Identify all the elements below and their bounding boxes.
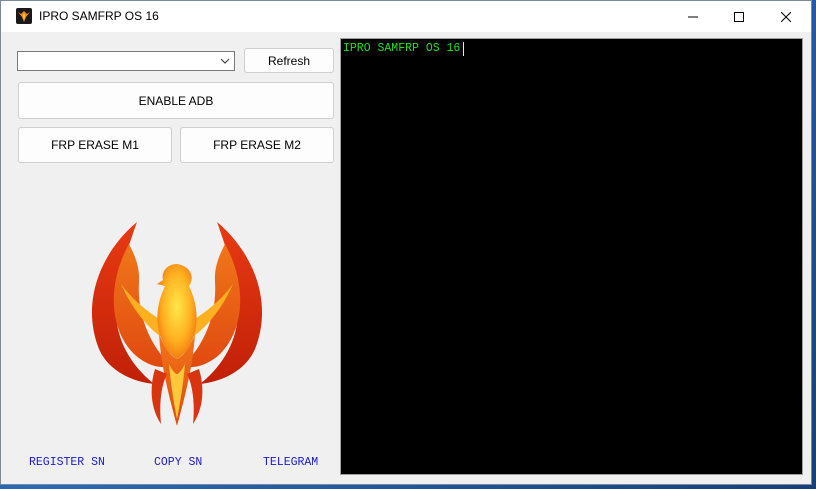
window-title: IPRO SAMFRP OS 16 xyxy=(39,9,159,23)
app-window: IPRO SAMFRP OS 16 Refresh ENABLE ADB FRP… xyxy=(0,0,812,485)
close-icon xyxy=(781,11,791,22)
text-caret xyxy=(463,42,464,56)
phoenix-logo xyxy=(91,222,263,426)
copy-sn-link[interactable]: COPY SN xyxy=(154,456,202,469)
frp-erase-m2-button[interactable]: FRP ERASE M2 xyxy=(180,127,334,163)
maximize-icon xyxy=(734,11,744,22)
enable-adb-button[interactable]: ENABLE ADB xyxy=(18,82,334,119)
phoenix-icon xyxy=(16,8,32,24)
close-button[interactable] xyxy=(763,1,809,32)
console-output: IPRO SAMFRP OS 16 xyxy=(343,42,461,55)
chevron-down-icon xyxy=(220,58,230,64)
minimize-button[interactable] xyxy=(670,1,716,32)
device-select[interactable] xyxy=(17,51,235,71)
title-bar[interactable]: IPRO SAMFRP OS 16 xyxy=(1,1,811,32)
register-sn-link[interactable]: REGISTER SN xyxy=(29,456,105,469)
minimize-icon xyxy=(688,16,698,17)
log-console[interactable]: IPRO SAMFRP OS 16 xyxy=(340,38,803,475)
refresh-button[interactable]: Refresh xyxy=(244,48,334,73)
telegram-link[interactable]: TELEGRAM xyxy=(263,456,318,469)
maximize-button[interactable] xyxy=(716,1,762,32)
frp-erase-m1-button[interactable]: FRP ERASE M1 xyxy=(18,127,172,163)
